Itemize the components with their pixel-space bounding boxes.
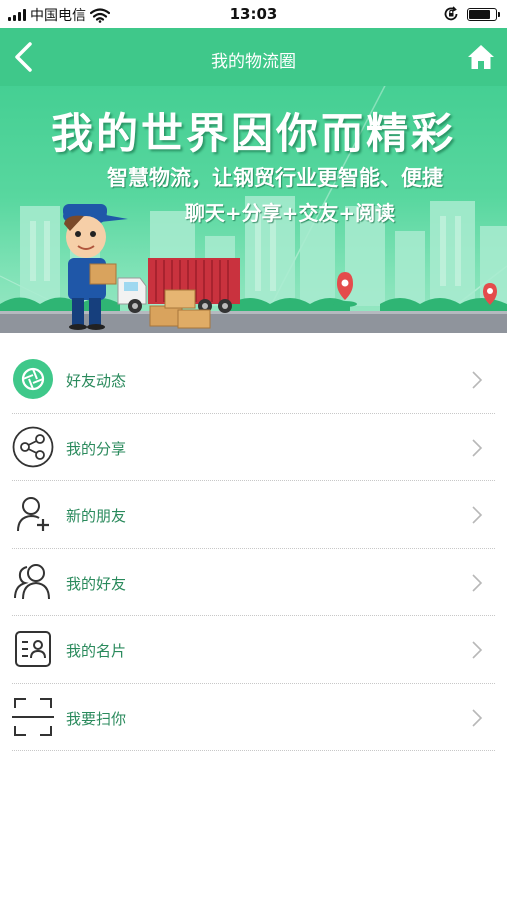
- home-icon[interactable]: [467, 43, 495, 71]
- status-bar: 中国电信 13:03: [0, 0, 507, 28]
- share-icon: [12, 426, 54, 468]
- battery-icon: [467, 7, 500, 21]
- status-time: 13:03: [229, 5, 278, 23]
- menu-item-label: 我的名片: [66, 642, 127, 660]
- menu-item-new-friends[interactable]: 新的朋友: [0, 481, 507, 549]
- menu-item-my-card[interactable]: 我的名片: [0, 616, 507, 684]
- orientation-lock-icon: [444, 6, 458, 21]
- banner-tagline: 聊天+分享+交友+阅读: [184, 201, 396, 225]
- nav-bar: 我的物流圈: [0, 28, 507, 86]
- menu-item-label: 好友动态: [66, 372, 127, 390]
- chevron-right-icon: [472, 506, 483, 524]
- status-right: [443, 6, 500, 22]
- page-title: 我的物流圈: [211, 52, 296, 72]
- camera-shutter-icon: [12, 358, 54, 400]
- menu-item-my-shares[interactable]: 我的分享: [0, 414, 507, 482]
- chevron-right-icon: [472, 438, 483, 457]
- menu-item-label: 新的朋友: [66, 507, 127, 525]
- chevron-right-icon: [472, 708, 483, 727]
- business-card-icon: [12, 628, 54, 670]
- menu-item-scan[interactable]: 我要扫你: [0, 684, 507, 752]
- menu-item-label: 我的分享: [66, 439, 127, 458]
- scan-icon: [12, 696, 54, 738]
- menu-item-label: 我的好友: [66, 574, 127, 593]
- menu-item-friend-moments[interactable]: 好友动态: [0, 346, 507, 414]
- menu-item-label: 我要扫你: [66, 709, 127, 728]
- add-user-icon: [12, 493, 54, 535]
- promo-banner: 我的世界因你而精彩 智慧物流，让钢贸行业更智能、便捷 聊天+分享+交友+阅读: [0, 86, 507, 333]
- menu-item-my-friends[interactable]: 我的好友: [0, 549, 507, 617]
- banner-title: 我的世界因你而精彩: [50, 109, 456, 158]
- menu-list: 好友动态 我的分享 新的朋友 我的好友 我的名片 我要扫你: [0, 346, 507, 751]
- chevron-right-icon: [472, 573, 483, 592]
- friends-icon: [12, 561, 54, 603]
- chevron-right-icon: [472, 641, 483, 659]
- chevron-right-icon: [472, 371, 483, 389]
- banner-subtitle: 智慧物流，让钢贸行业更智能、便捷: [107, 165, 443, 190]
